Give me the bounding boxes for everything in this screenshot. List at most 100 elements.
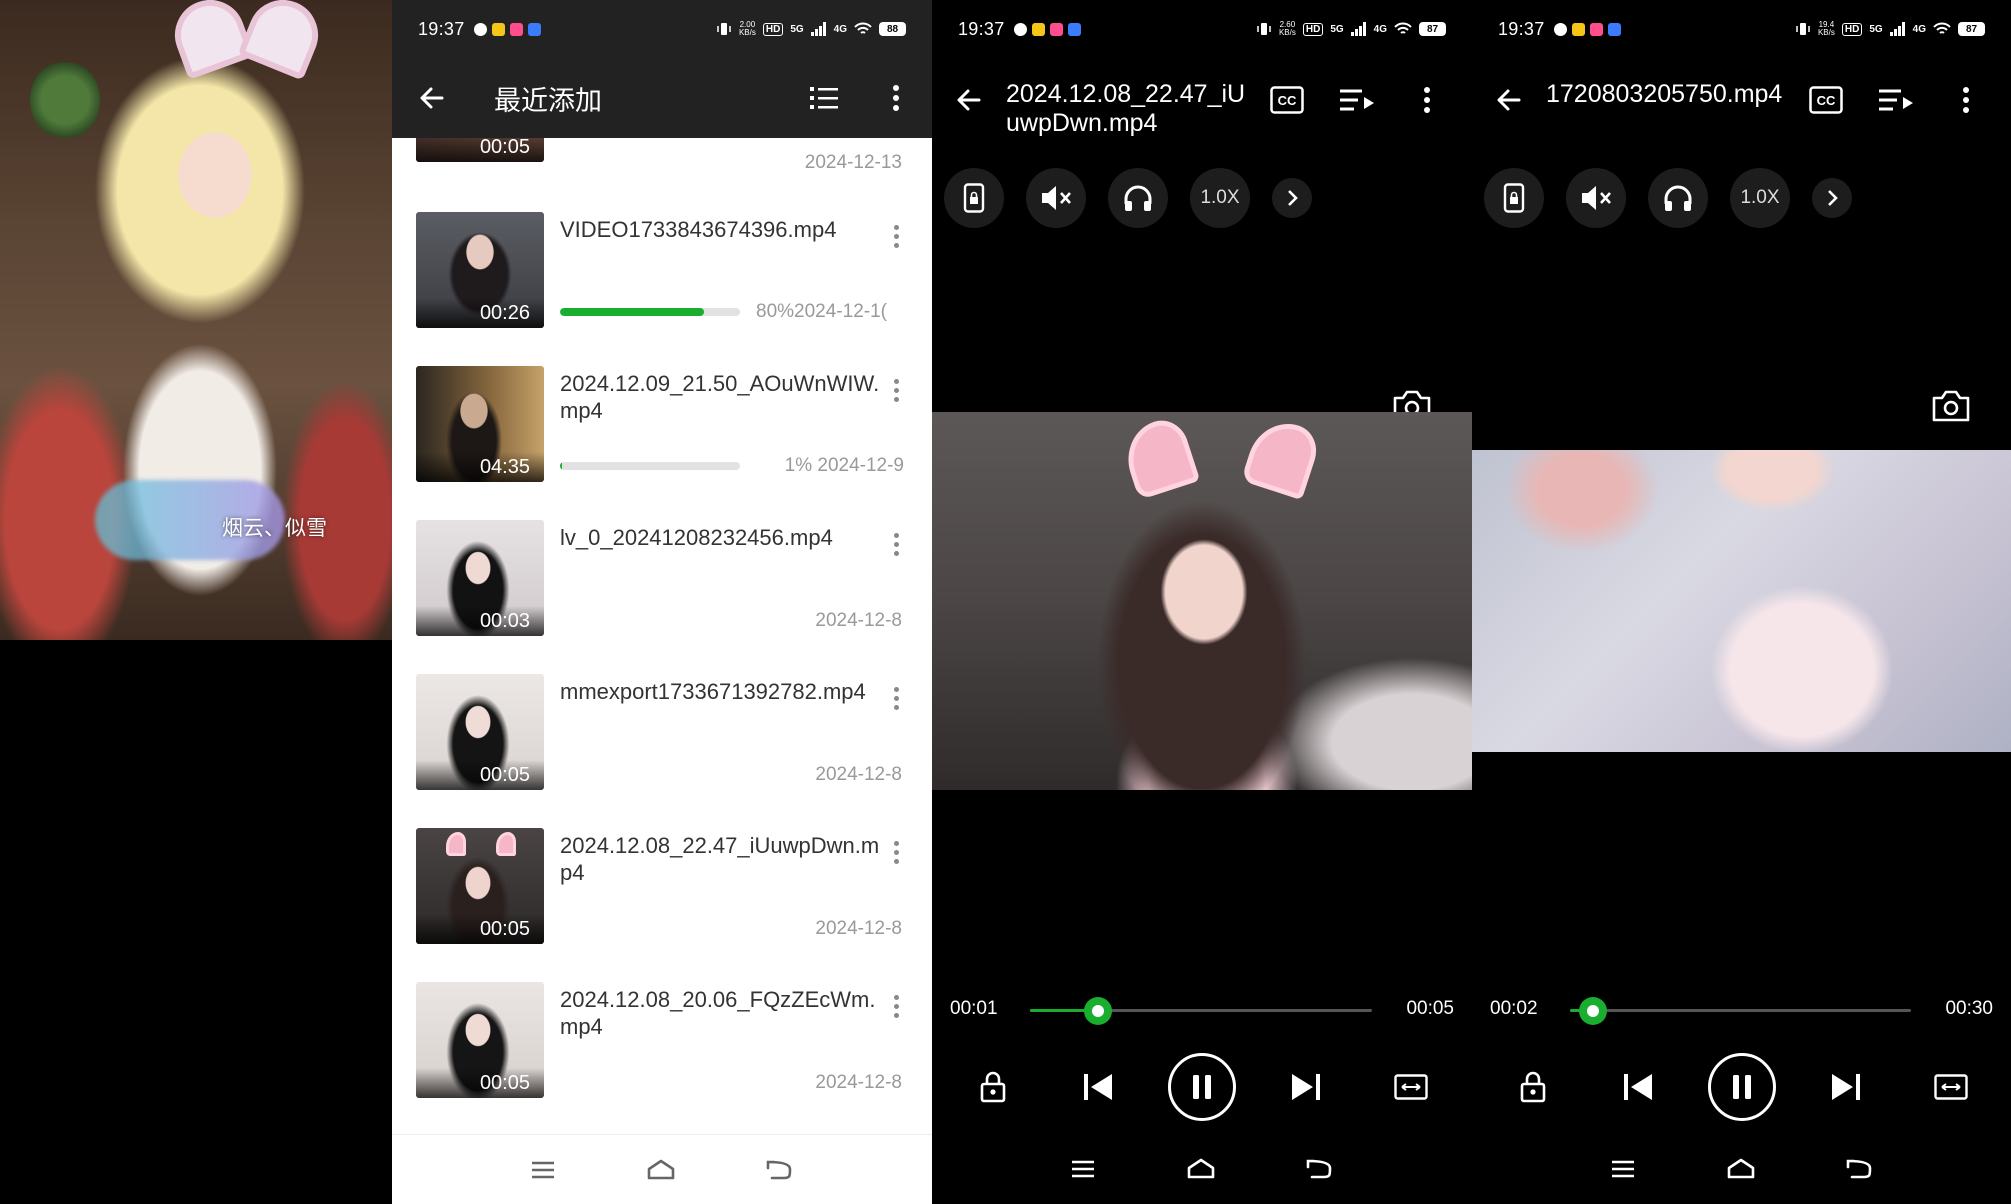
back-nav-icon[interactable] [1306, 1158, 1334, 1180]
subtitle-button[interactable]: CC [1791, 58, 1861, 142]
mute-button[interactable] [1566, 168, 1626, 228]
video-date: 2024-12-1( [794, 301, 887, 322]
artwork-image: 烟云、似雪 [0, 0, 392, 640]
mute-button[interactable] [1026, 168, 1086, 228]
status-notification-icons [1553, 22, 1621, 36]
headphones-icon [1664, 185, 1692, 211]
item-more-button[interactable] [882, 678, 910, 718]
lock-screen-button[interactable] [958, 1052, 1028, 1122]
play-progress-percent: 1% [784, 455, 813, 476]
video-thumbnail: 00:26 [416, 212, 544, 328]
vibrate-icon [1796, 23, 1810, 35]
more-options-button[interactable] [1931, 58, 2001, 142]
seek-track[interactable] [1030, 997, 1372, 1025]
quick-actions: 1.0X [1484, 168, 1852, 228]
back-button[interactable] [392, 58, 472, 138]
more-options-button[interactable] [860, 58, 932, 138]
list-item[interactable]: 00:05 mmexport1733671392782.mp4 2024-12-… [392, 674, 932, 828]
list-view-button[interactable] [788, 58, 860, 138]
current-time: 00:02 [1490, 998, 1538, 1019]
video-thumbnail: 00:05 [416, 828, 544, 944]
pause-icon [1192, 1075, 1211, 1099]
expand-tools-button[interactable] [1812, 178, 1852, 218]
screenshot-button[interactable] [1931, 388, 1971, 424]
signal-icon [810, 22, 826, 36]
seek-bar[interactable]: 00:01 00:05 [932, 996, 1472, 1026]
back-button[interactable] [932, 58, 1006, 142]
seek-handle[interactable] [1578, 997, 1607, 1025]
home-icon[interactable] [1186, 1157, 1216, 1181]
phone-lock-icon [1503, 183, 1525, 213]
aspect-ratio-icon [1394, 1074, 1429, 1100]
previous-button[interactable] [1603, 1052, 1673, 1122]
item-more-button[interactable] [882, 524, 910, 564]
menu-icon[interactable] [530, 1160, 556, 1180]
rotate-lock-button[interactable] [944, 168, 1004, 228]
playback-speed-button[interactable]: 1.0X [1190, 168, 1250, 228]
more-options-button[interactable] [1392, 58, 1462, 142]
playback-speed-button[interactable]: 1.0X [1730, 168, 1790, 228]
item-more-button[interactable] [882, 986, 910, 1026]
list-item[interactable]: 04:35 2024.12.09_21.50_AOuWnWIW.mp4 1% 2… [392, 366, 932, 520]
cc-icon: CC [1809, 86, 1843, 114]
back-nav-icon[interactable] [1846, 1158, 1874, 1180]
item-more-button[interactable] [882, 832, 910, 872]
video-title: 2024.12.08_22.47_iUuwpDwn.mp4 [1006, 80, 1246, 137]
video-player-screen: 19:37 19.4 KB/s HD 5G 4G 87 1720803205750… [1472, 0, 2011, 1204]
video-thumbnail: 00:05 [416, 982, 544, 1098]
back-button[interactable] [1472, 58, 1546, 142]
more-vertical-icon [1424, 87, 1430, 113]
expand-tools-button[interactable] [1272, 178, 1312, 218]
vibrate-icon [717, 23, 731, 35]
back-nav-icon[interactable] [766, 1159, 794, 1181]
seek-bar[interactable]: 00:02 00:30 [1472, 996, 2011, 1026]
list-item[interactable]: 00:26 VIDEO1733843674396.mp4 80%2024-12-… [392, 212, 932, 366]
audio-mode-button[interactable] [1648, 168, 1708, 228]
list-item[interactable]: 00:05 2024-12-13 [392, 138, 932, 200]
playlist-icon [1879, 89, 1913, 111]
previous-button[interactable] [1063, 1052, 1133, 1122]
next-button[interactable] [1811, 1052, 1881, 1122]
arrow-left-icon [957, 89, 981, 111]
system-nav-bar [1472, 1134, 2011, 1204]
seek-handle[interactable] [1084, 997, 1113, 1025]
rotate-lock-button[interactable] [1484, 168, 1544, 228]
next-button[interactable] [1271, 1052, 1341, 1122]
play-progress-fill [560, 462, 562, 470]
menu-icon[interactable] [1610, 1159, 1636, 1179]
list-item[interactable]: 00:05 2024.12.08_20.06_FQzZEcWm.mp4 2024… [392, 982, 932, 1136]
pause-button[interactable] [1167, 1053, 1236, 1121]
menu-icon[interactable] [1070, 1159, 1096, 1179]
artwork-watermark: 烟云、似雪 [222, 516, 327, 540]
subtitle-button[interactable]: CC [1252, 58, 1322, 142]
status-time: 19:37 [1498, 18, 1545, 39]
lock-screen-button[interactable] [1498, 1052, 1568, 1122]
playlist-icon [1340, 89, 1374, 111]
video-thumbnail: 00:05 [416, 674, 544, 790]
video-duration: 00:03 [416, 606, 544, 636]
aspect-ratio-button[interactable] [1916, 1052, 1986, 1122]
hd-badge: HD [1302, 22, 1324, 36]
list-item[interactable]: 00:05 2024.12.08_22.47_iUuwpDwn.mp4 2024… [392, 828, 932, 982]
item-more-button[interactable] [882, 370, 910, 410]
seek-track[interactable] [1570, 997, 1911, 1025]
audio-mode-button[interactable] [1108, 168, 1168, 228]
video-frame[interactable] [1472, 450, 2011, 752]
status-bar: 19:37 2.60 KB/s HD 5G 4G 87 [932, 0, 1472, 58]
home-icon[interactable] [646, 1158, 676, 1182]
playlist-button[interactable] [1322, 58, 1392, 142]
aspect-ratio-button[interactable] [1376, 1052, 1446, 1122]
vibrate-icon [1257, 23, 1271, 35]
skip-next-icon [1292, 1074, 1321, 1100]
video-thumbnail: 00:03 [416, 520, 544, 636]
playlist-button[interactable] [1861, 58, 1931, 142]
pause-button[interactable] [1707, 1053, 1776, 1121]
home-icon[interactable] [1726, 1157, 1756, 1181]
video-frame[interactable] [932, 412, 1472, 790]
item-more-button[interactable] [882, 216, 910, 256]
network-speed: 19.4 KB/s [1817, 20, 1835, 37]
list-item[interactable]: 00:03 lv_0_20241208232456.mp4 2024-12-8 [392, 520, 932, 674]
net-5g-label: 5G [1869, 23, 1883, 35]
video-date: 2024-12-9 [817, 455, 904, 476]
video-name: mmexport1733671392782.mp4 [560, 679, 866, 704]
